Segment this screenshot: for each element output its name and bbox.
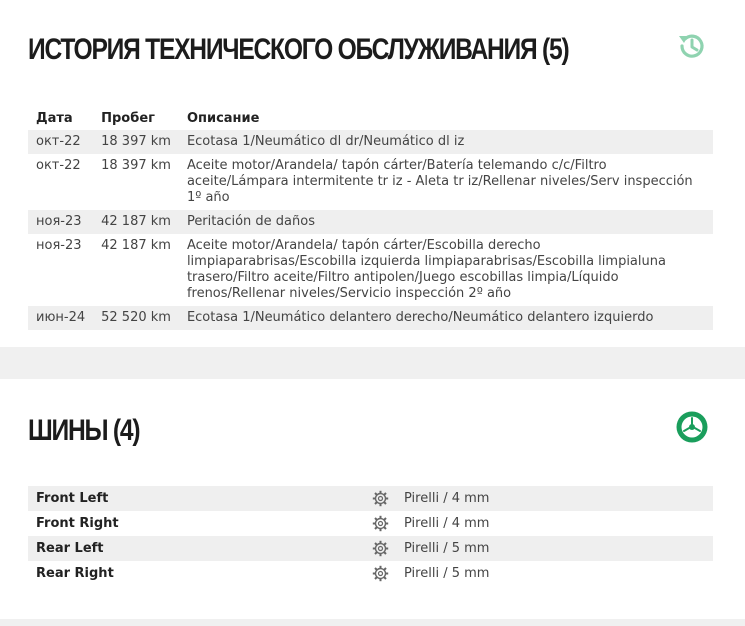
tire-position: Front Left xyxy=(36,491,109,506)
row-description: Aceite motor/Arandela/ tapón cárter/Bate… xyxy=(186,158,693,205)
row-mileage: 42 187 km xyxy=(101,238,171,253)
list-item: Rear Left Pirelli / 5 mm xyxy=(28,536,713,561)
row-date: ноя-23 xyxy=(36,238,82,253)
tire-value: Pirelli / 5 mm xyxy=(404,541,490,556)
section-divider xyxy=(0,347,745,379)
tire-position: Rear Left xyxy=(36,541,104,556)
tire-value: Pirelli / 4 mm xyxy=(404,516,490,531)
tires-title: ШИНЫ (4) xyxy=(28,414,141,447)
maintenance-history-title: ИСТОРИЯ ТЕХНИЧЕСКОГО ОБСЛУЖИВАНИЯ (5) xyxy=(28,33,570,66)
gear-icon xyxy=(372,490,389,507)
tire-position: Front Right xyxy=(36,516,119,531)
row-mileage: 52 520 km xyxy=(93,306,179,330)
table-row: ноя-23 42 187 km Aceite motor/Arandela/ … xyxy=(28,234,713,306)
list-item: Front Right Pirelli / 4 mm xyxy=(28,511,713,536)
bottom-divider xyxy=(0,619,745,626)
table-row: июн-24 52 520 km Ecotasa 1/Neumático del… xyxy=(28,306,713,330)
maintenance-history-section: ИСТОРИЯ ТЕХНИЧЕСКОГО ОБСЛУЖИВАНИЯ (5) Да… xyxy=(0,0,745,347)
row-date: окт-22 xyxy=(36,158,81,173)
column-header-description: Описание xyxy=(186,111,260,126)
gear-icon xyxy=(372,565,389,582)
row-mileage: 18 397 km xyxy=(101,158,171,173)
tire-value: Pirelli / 5 mm xyxy=(404,566,490,581)
maintenance-table: Дата Пробег Описание окт-22 18 397 km Ec… xyxy=(28,108,713,330)
gear-icon xyxy=(372,515,389,532)
row-description: Ecotasa 1/Neumático dl dr/Neumático dl i… xyxy=(178,130,713,154)
row-date: ноя-23 xyxy=(28,210,94,234)
row-mileage: 42 187 km xyxy=(93,210,179,234)
row-description: Ecotasa 1/Neumático delantero derecho/Ne… xyxy=(178,306,713,330)
row-description: Aceite motor/Arandela/ tapón cárter/Esco… xyxy=(186,238,666,301)
table-row: окт-22 18 397 km Ecotasa 1/Neumático dl … xyxy=(28,130,713,154)
gear-icon xyxy=(372,540,389,557)
table-row: ноя-23 42 187 km Peritación de daños xyxy=(28,210,713,234)
column-header-mileage: Пробег xyxy=(101,111,155,126)
row-mileage: 18 397 km xyxy=(93,130,179,154)
row-description: Peritación de daños xyxy=(178,210,713,234)
table-row: окт-22 18 397 km Aceite motor/Arandela/ … xyxy=(28,154,713,210)
tire-icon[interactable] xyxy=(675,410,709,444)
list-item: Rear Right Pirelli / 5 mm xyxy=(28,561,713,586)
row-date: июн-24 xyxy=(28,306,94,330)
table-header-row: Дата Пробег Описание xyxy=(28,108,713,130)
list-item: Front Left Pirelli / 4 mm xyxy=(28,486,713,511)
history-icon[interactable] xyxy=(675,29,709,63)
tire-list: Front Left Pirelli / 4 mm Front Right Pi… xyxy=(28,486,713,586)
tire-value: Pirelli / 4 mm xyxy=(404,491,490,506)
tire-position: Rear Right xyxy=(36,566,114,581)
row-date: окт-22 xyxy=(28,130,94,154)
column-header-date: Дата xyxy=(36,111,73,126)
